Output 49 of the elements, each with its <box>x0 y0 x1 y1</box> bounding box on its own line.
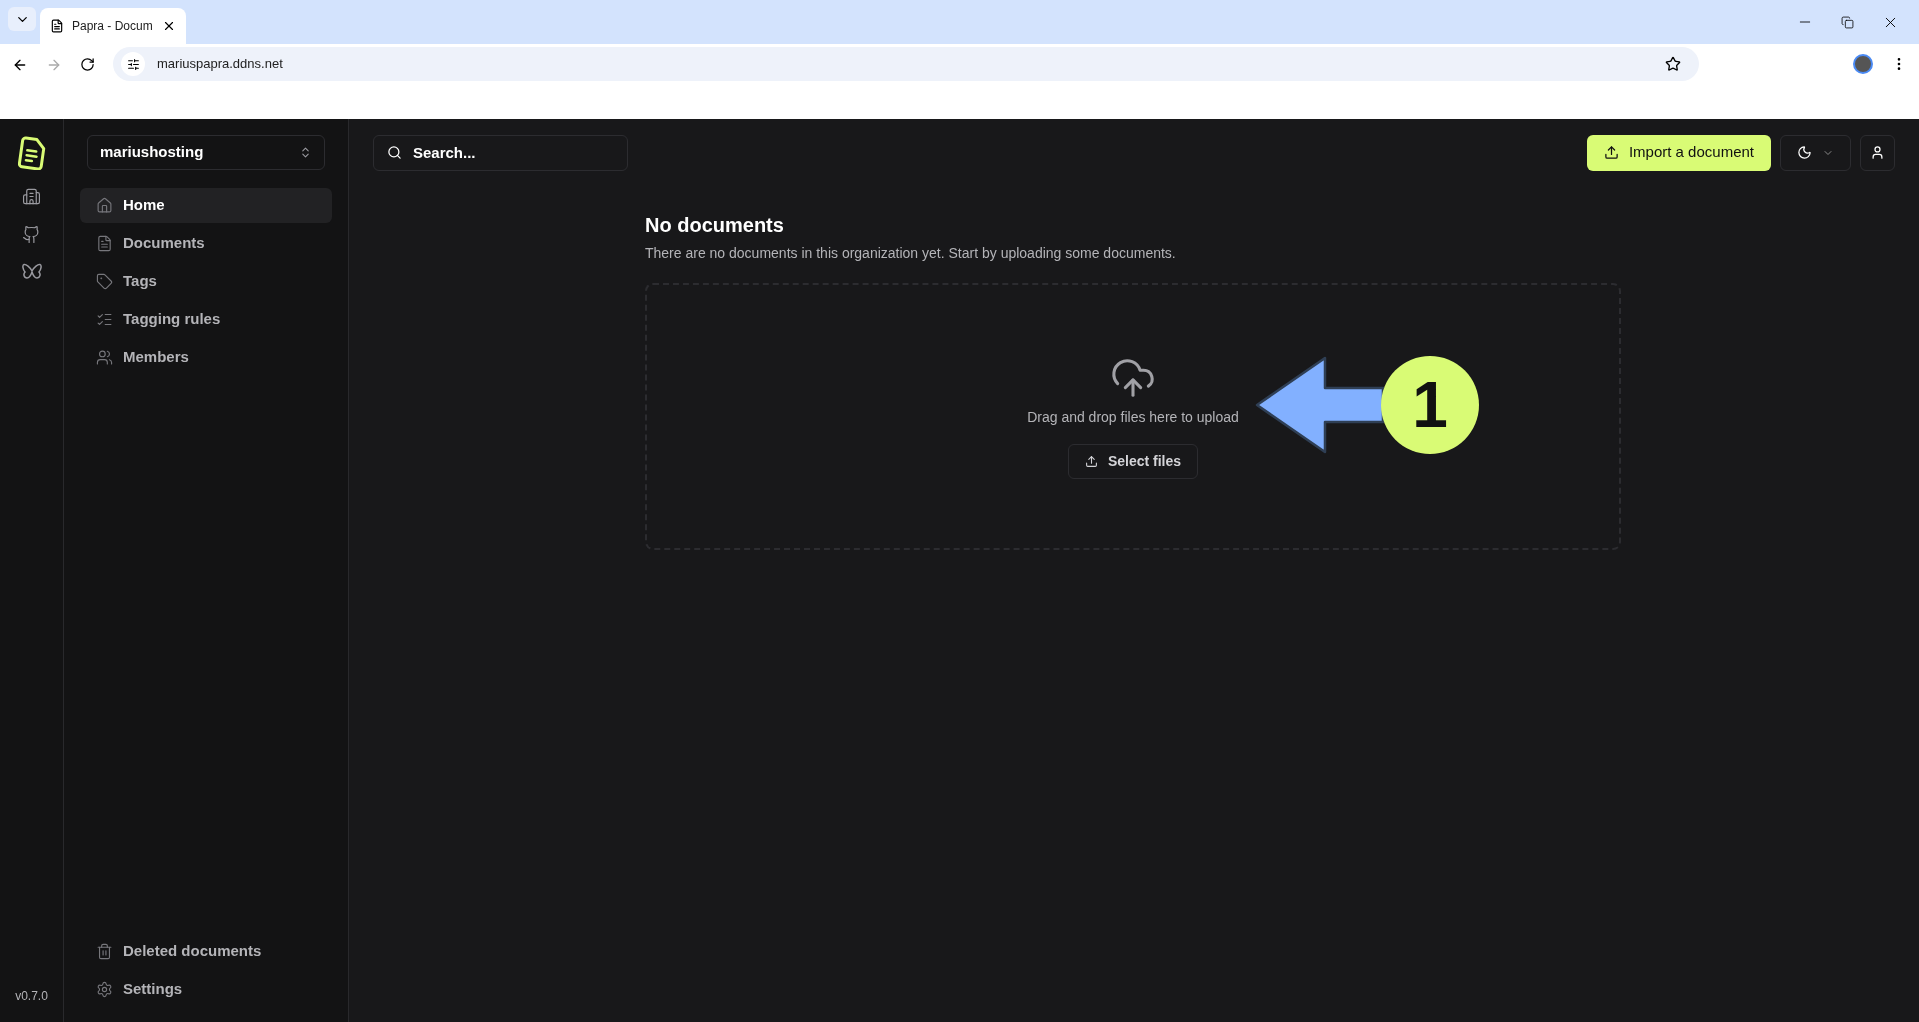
document-icon <box>50 19 64 33</box>
empty-state-description: There are no documents in this organization yet. Start by uploading some documents. <box>645 244 1177 263</box>
restore-icon[interactable] <box>1841 15 1854 29</box>
chevrons-up-down-icon <box>299 146 312 159</box>
url-text: mariuspapra.ddns.net <box>157 55 284 74</box>
reload-icon[interactable] <box>80 57 95 72</box>
address-bar[interactable]: mariuspapra.ddns.net <box>113 47 1699 81</box>
sliders-icon <box>126 57 140 71</box>
settings-icon <box>96 981 113 998</box>
nav-item[interactable]: Deleted documents <box>80 934 332 969</box>
drop-hint: Drag and drop files here to upload <box>1027 408 1239 427</box>
moon-icon <box>1797 145 1812 160</box>
building-icon[interactable] <box>22 187 41 206</box>
members-icon <box>96 349 113 366</box>
theme-toggle-button[interactable] <box>1780 134 1851 171</box>
close-icon[interactable] <box>162 19 176 33</box>
back-icon[interactable] <box>12 57 28 73</box>
account-button[interactable] <box>1860 134 1895 171</box>
site-info-button[interactable] <box>121 52 145 76</box>
butterfly-icon[interactable] <box>21 263 42 281</box>
logo-icon <box>17 136 46 170</box>
user-icon <box>1870 145 1885 160</box>
rules-icon <box>96 311 113 328</box>
home-icon <box>96 197 113 214</box>
profile-avatar[interactable] <box>1853 54 1873 74</box>
tab-search-button[interactable] <box>8 7 36 31</box>
github-icon[interactable] <box>22 225 41 244</box>
empty-state-title: No documents <box>645 213 785 238</box>
nav-item[interactable]: Tags <box>80 264 332 299</box>
version-label: v0.7.0 <box>15 988 48 1005</box>
tags-icon <box>96 273 113 290</box>
nav-item[interactable]: Members <box>80 340 332 375</box>
nav-item[interactable]: Tagging rules <box>80 302 332 337</box>
organization-select[interactable]: mariushosting <box>87 135 325 170</box>
tab-title: Papra - Docum <box>72 18 154 35</box>
upload-icon <box>1603 145 1619 160</box>
select-files-button[interactable]: Select files <box>1067 444 1199 479</box>
nav-item[interactable]: Settings <box>80 972 332 1007</box>
documents-icon <box>96 235 113 252</box>
nav-item[interactable]: Home <box>80 188 332 223</box>
trash-icon <box>96 943 113 960</box>
search-field[interactable]: Search... <box>373 134 628 171</box>
upload-icon <box>1084 455 1098 468</box>
browser-tab[interactable]: Papra - Docum <box>40 8 186 44</box>
nav-item[interactable]: Documents <box>80 226 332 261</box>
step-number-badge: 1 <box>1381 356 1479 454</box>
search-icon <box>387 144 402 160</box>
bookmark-star-icon[interactable] <box>1665 56 1681 72</box>
import-document-button[interactable]: Import a document <box>1586 134 1771 171</box>
